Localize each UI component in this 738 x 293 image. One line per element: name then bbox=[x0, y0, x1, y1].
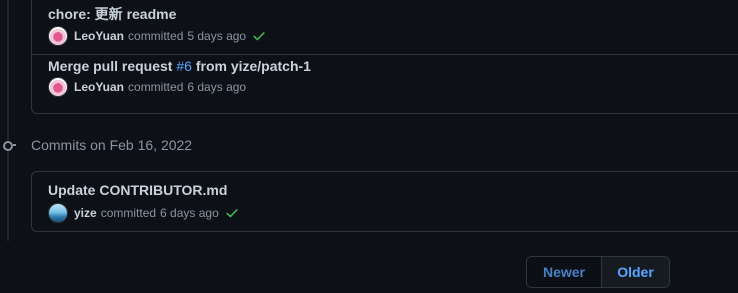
author-link[interactable]: LeoYuan bbox=[74, 80, 124, 94]
author-link[interactable]: LeoYuan bbox=[74, 29, 124, 43]
commits-date-label: Commits on Feb 16, 2022 bbox=[31, 137, 193, 153]
commits-date-header: Commits on Feb 16, 2022 bbox=[0, 134, 192, 156]
avatar[interactable] bbox=[48, 203, 68, 223]
check-icon[interactable] bbox=[252, 29, 266, 43]
commit-group-box: Update CONTRIBUTOR.md yize committed 6 d… bbox=[31, 171, 738, 232]
commit-group-box: chore: 更新 readme LeoYuan committed 5 day… bbox=[31, 0, 738, 114]
relative-time: 6 days ago bbox=[160, 206, 219, 220]
timeline-line bbox=[7, 0, 9, 241]
git-commit-icon bbox=[0, 134, 18, 156]
commit-meta: LeoYuan committed 5 days ago bbox=[48, 26, 266, 46]
commit-title-link[interactable]: chore: 更新 readme bbox=[48, 4, 176, 24]
commit-row: chore: 更新 readme LeoYuan committed 5 day… bbox=[32, 0, 738, 54]
older-button[interactable]: Older bbox=[601, 257, 669, 287]
avatar[interactable] bbox=[48, 77, 68, 97]
commit-title: Merge pull request #6 from yize/patch-1 bbox=[48, 58, 311, 74]
commit-title-link[interactable]: Update CONTRIBUTOR.md bbox=[48, 182, 227, 198]
check-icon[interactable] bbox=[225, 206, 239, 220]
avatar[interactable] bbox=[48, 26, 68, 46]
committed-label: committed bbox=[128, 29, 184, 43]
pagination: Newer Older bbox=[526, 256, 670, 288]
commit-meta: yize committed 6 days ago bbox=[48, 203, 239, 223]
newer-button[interactable]: Newer bbox=[527, 257, 601, 287]
commit-title-prefix-link[interactable]: Merge pull request bbox=[48, 58, 176, 74]
committed-label: committed bbox=[100, 206, 157, 220]
committed-label: committed bbox=[128, 80, 184, 94]
commit-row: Merge pull request #6 from yize/patch-1 … bbox=[32, 54, 738, 115]
pull-request-link[interactable]: #6 bbox=[176, 58, 192, 74]
commit-history-page: chore: 更新 readme LeoYuan committed 5 day… bbox=[0, 0, 738, 293]
relative-time: 5 days ago bbox=[187, 29, 247, 43]
author-link[interactable]: yize bbox=[74, 206, 97, 220]
commit-row: Update CONTRIBUTOR.md yize committed 6 d… bbox=[32, 172, 738, 231]
relative-time: 6 days ago bbox=[187, 80, 247, 94]
commit-meta: LeoYuan committed 6 days ago bbox=[48, 77, 246, 97]
commit-title-suffix-link[interactable]: from yize/patch-1 bbox=[192, 58, 311, 74]
